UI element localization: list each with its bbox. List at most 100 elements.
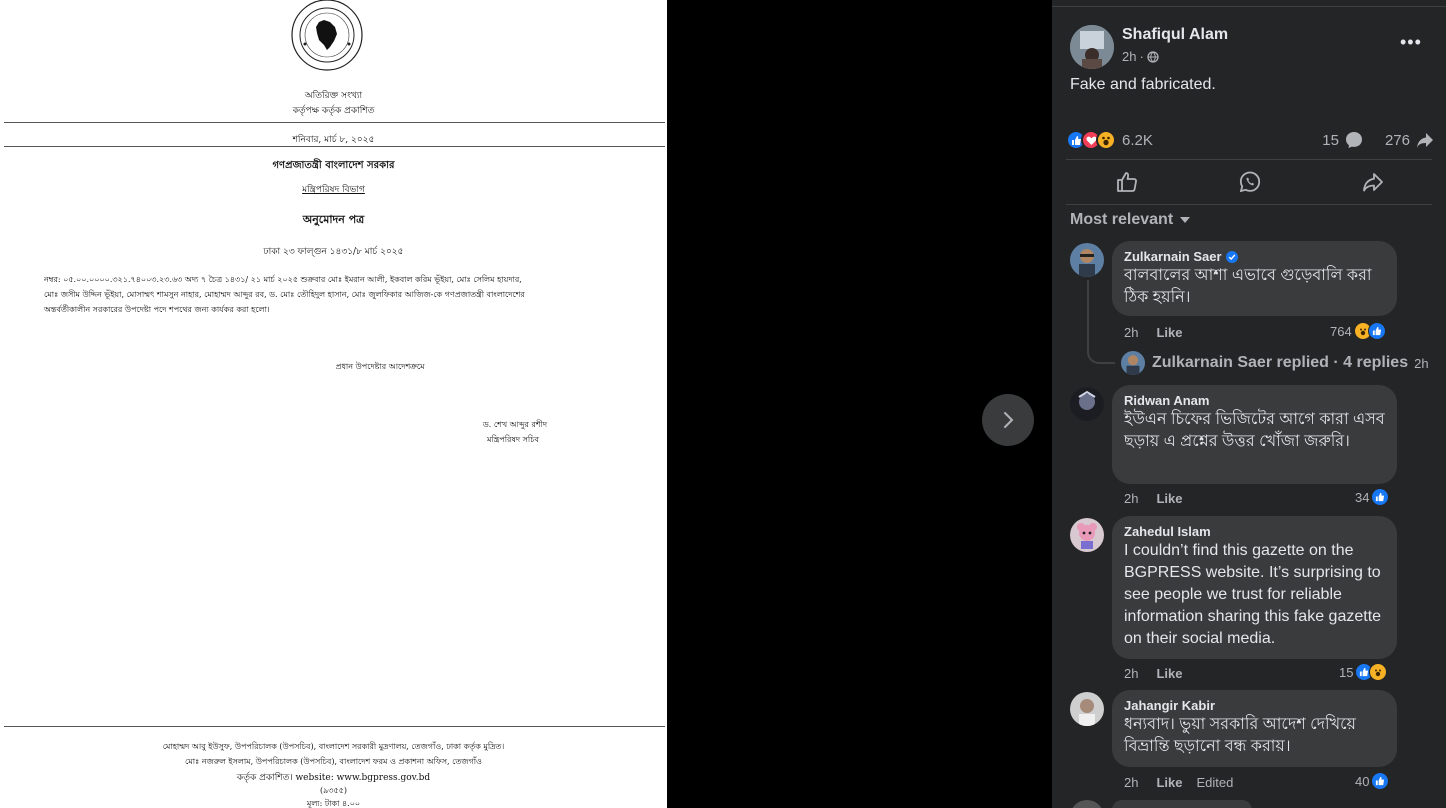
doc-date: শনিবার, মার্চ ৮, ২০২৫: [292, 135, 375, 145]
doc-body: নম্বর: ০৫.০০.০০০০.৩২১.৭৪০০৩.২৩.৬৩ অদ্য ৭…: [44, 272, 624, 317]
comment-author-name[interactable]: Zulkarnain Saer: [1124, 249, 1222, 264]
comment-reactions[interactable]: 34: [1355, 488, 1390, 506]
doc-header-line1: অতিরিক্ত সংখ্যা: [304, 91, 363, 101]
post-time[interactable]: 2h: [1122, 49, 1136, 64]
post-stats: 15 276: [1322, 131, 1434, 149]
post-meta: 2h ·: [1122, 49, 1159, 64]
comment-like-button[interactable]: Like: [1156, 666, 1182, 681]
like-icon: [1117, 172, 1137, 192]
comment-reactions[interactable]: 15: [1339, 663, 1388, 681]
government-seal-icon: [291, 0, 363, 71]
comment-text: ধন্যবাদ। ভুয়া সরকারি আদেশ দেখিয়ে বিভ্র…: [1124, 716, 1356, 755]
like-icon: [1367, 322, 1386, 340]
thread-connector: [1087, 280, 1115, 364]
post-author[interactable]: Shafiqul Alam: [1122, 26, 1228, 44]
comment-author-name[interactable]: Zahedul Islam: [1124, 524, 1211, 539]
comment-like-button[interactable]: Like: [1156, 775, 1182, 790]
like-icon: [1371, 772, 1390, 790]
doc-body-line: অন্তর্বর্তীকালীন সরকারের উপদেষ্টা পদে শপ…: [44, 305, 270, 314]
avatar[interactable]: [1070, 25, 1114, 69]
action-divider: [1066, 204, 1432, 205]
doc-signer-title: মন্ত্রিপরিষদ সচিব: [487, 435, 539, 444]
doc-type: অনুমোদন পত্র: [302, 213, 365, 226]
comment-author[interactable]: Zahedul Islam: [1124, 524, 1385, 539]
comment-author[interactable]: Jahangir Kabir: [1124, 698, 1385, 713]
verified-icon: [1225, 250, 1238, 263]
comment-reaction-count: 15: [1339, 664, 1354, 680]
doc-footer-line: মূল্য: টাকা ৪.০০: [306, 799, 361, 808]
comment-author-name[interactable]: Ridwan Anam: [1124, 393, 1209, 408]
avatar: [1120, 350, 1146, 376]
doc-divider: [4, 122, 665, 123]
doc-header-line2: কর্তৃপক্ষ কর্তৃক প্রকাশিত: [292, 106, 375, 116]
share-icon: [1363, 173, 1383, 192]
gazette-document: অতিরিক্ত সংখ্যা কর্তৃপক্ষ কর্তৃক প্রকাশি…: [0, 0, 667, 808]
share-icon: [1417, 133, 1433, 148]
comment-bubble: Zulkarnain Saer বালবালের আশা এভাবে গুড়ে…: [1112, 241, 1397, 316]
doc-footer-line: কর্তৃক প্রকাশিত। website: www.bgpress.go…: [236, 773, 431, 783]
comment-author[interactable]: Ridwan Anam: [1124, 393, 1385, 408]
sort-label: Most relevant: [1070, 211, 1174, 228]
chevron-right-icon: [1004, 412, 1014, 428]
avatar[interactable]: [1070, 387, 1104, 421]
haha-icon: [1096, 130, 1116, 150]
doc-footer-line: মোহাম্মদ আবু ইউসুফ, উপপরিচালক (উপসচিব), …: [162, 742, 505, 751]
globe-icon: [1147, 50, 1159, 63]
comment-author-name[interactable]: Jahangir Kabir: [1124, 698, 1215, 713]
comment-bubble: [1112, 800, 1252, 808]
like-icon: [1371, 488, 1390, 506]
like-button[interactable]: [1113, 168, 1141, 196]
comment-actions: 2h Like: [1124, 325, 1182, 340]
comment-time[interactable]: 2h: [1124, 325, 1138, 340]
view-replies-link[interactable]: Zulkarnain Saer replied · 4 replies 2h: [1120, 350, 1429, 376]
comment-time[interactable]: 2h: [1124, 491, 1138, 506]
post-text: Fake and fabricated.: [1070, 76, 1216, 93]
comment-bubble: Jahangir Kabir ধন্যবাদ। ভুয়া সরকারি আদে…: [1112, 690, 1397, 767]
reaction-summary[interactable]: 6.2K: [1066, 130, 1153, 150]
comment-text: I couldn’t find this gazette on the BGPR…: [1124, 542, 1382, 647]
panel-divider: [1052, 6, 1446, 7]
comment-reactions[interactable]: 764: [1330, 322, 1386, 340]
comment-author[interactable]: Zulkarnain Saer: [1124, 249, 1385, 264]
comment-time[interactable]: 2h: [1124, 666, 1138, 681]
comment-edited-label[interactable]: Edited: [1196, 775, 1233, 790]
comment-icon: [1345, 132, 1362, 148]
comment-text: বালবালের আশা এভাবে গুড়েবালি করা ঠিক হয়…: [1124, 267, 1372, 306]
doc-body-line: মোঃ জসীম উদ্দিন ভূঁইয়া, মোসাম্মৎ শামসুন…: [44, 290, 525, 299]
meta-separator: ·: [1139, 49, 1144, 64]
comment-reaction-count: 34: [1355, 489, 1370, 505]
replies-label[interactable]: Zulkarnain Saer replied · 4 replies: [1152, 354, 1408, 372]
post-panel: Shafiqul Alam 2h · ••• Fake and fabricat…: [1052, 0, 1446, 808]
comment-time[interactable]: 2h: [1124, 775, 1138, 790]
comment-actions: 2h Like: [1124, 491, 1182, 506]
whatsapp-share-button[interactable]: [1236, 168, 1264, 196]
doc-place-date: ঢাকা ২৩ ফাল্গুন ১৪৩১/৮ মার্চ ২০২৫: [263, 247, 404, 257]
share-button[interactable]: [1359, 168, 1387, 196]
more-icon[interactable]: •••: [1400, 32, 1422, 53]
avatar[interactable]: [1070, 800, 1104, 808]
next-photo-button[interactable]: [982, 394, 1034, 446]
comment-bubble: Zahedul Islam I couldn’t find this gazet…: [1112, 516, 1397, 659]
comment-like-button[interactable]: Like: [1156, 325, 1182, 340]
avatar[interactable]: [1070, 243, 1104, 277]
comment-reaction-count: 764: [1330, 323, 1352, 339]
action-divider: [1066, 159, 1432, 160]
doc-divider: [4, 146, 665, 147]
comment-sort-dropdown[interactable]: Most relevant: [1070, 211, 1191, 229]
doc-order-line: প্রধান উপদেষ্টার আদেশক্রমে: [335, 362, 425, 371]
replies-time: 2h: [1414, 355, 1429, 371]
comment-reactions[interactable]: 40: [1355, 772, 1390, 790]
photo-viewer: অতিরিক্ত সংখ্যা কর্তৃপক্ষ কর্তৃক প্রকাশি…: [0, 0, 1052, 808]
comment-like-button[interactable]: Like: [1156, 491, 1182, 506]
comment-count[interactable]: 15: [1322, 132, 1339, 149]
doc-footer-line: মোঃ নজরুল ইসলাম, উপপরিচালক (উপসচিব), বাং…: [185, 757, 482, 766]
doc-division: মন্ত্রিপরিষদ বিভাগ: [302, 185, 365, 195]
doc-divider: [4, 726, 665, 727]
share-count[interactable]: 276: [1385, 132, 1410, 149]
doc-signer-name: ড. শেখ আব্দুর রশীদ: [482, 420, 548, 429]
avatar[interactable]: [1070, 518, 1104, 552]
whatsapp-icon: [1239, 171, 1261, 193]
comment-actions: 2h Like: [1124, 666, 1182, 681]
doc-footer-line: (৯৩৫৫): [319, 786, 348, 795]
avatar[interactable]: [1070, 692, 1104, 726]
